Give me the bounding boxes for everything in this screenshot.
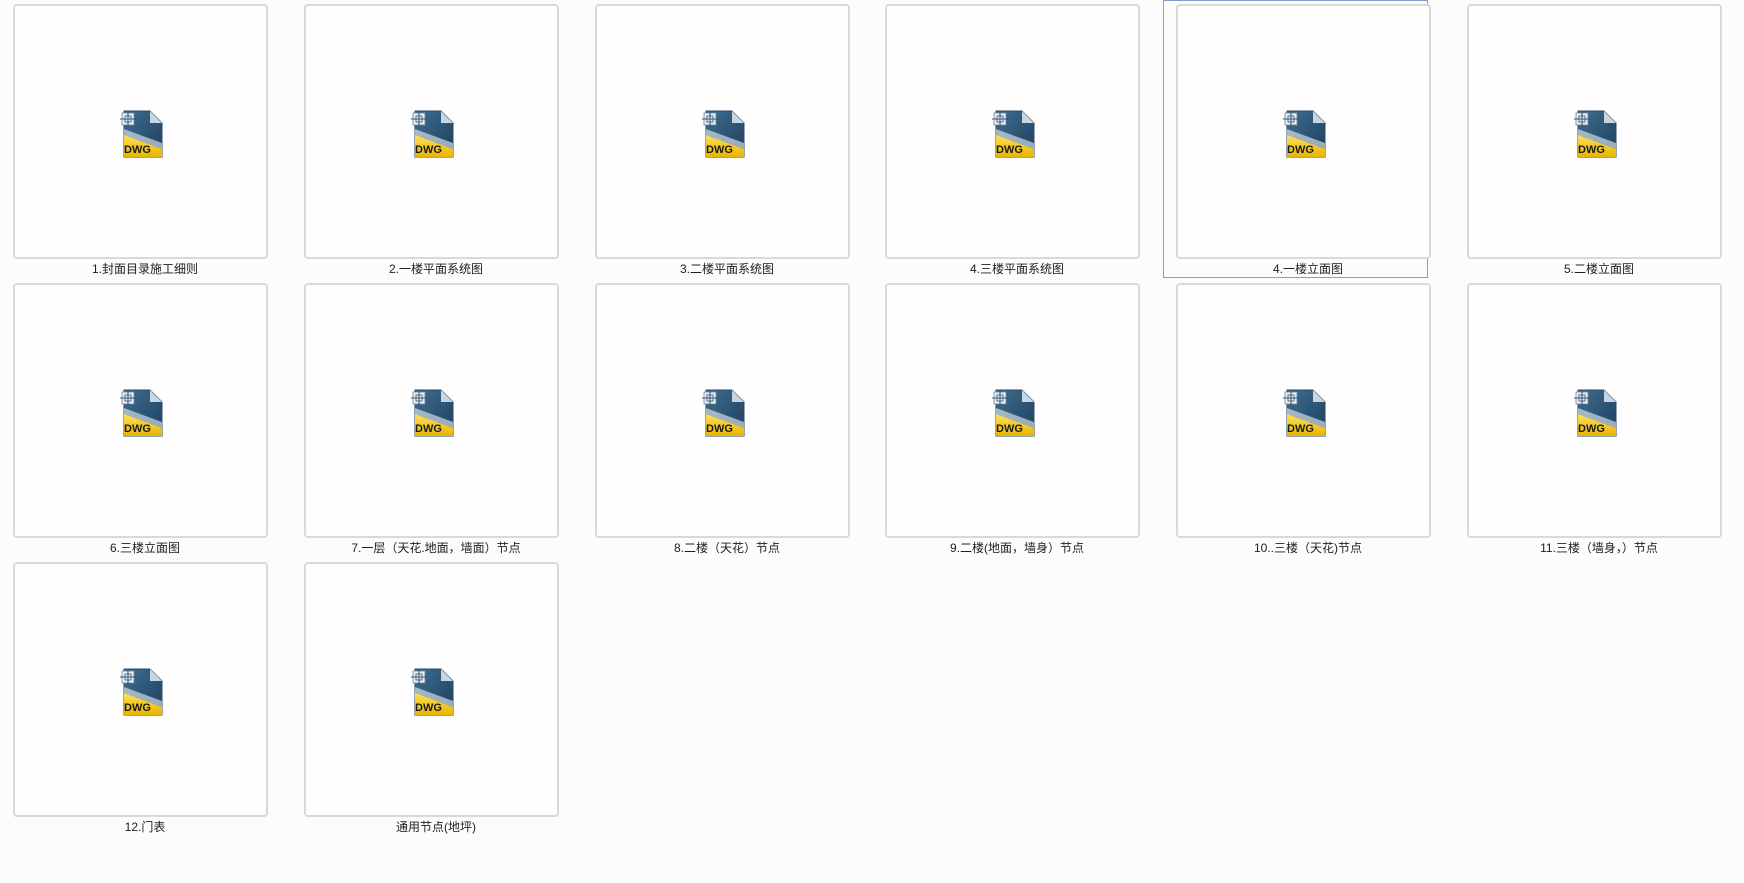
file-thumbnail[interactable]: DWG: [1467, 4, 1722, 259]
dwg-file-icon: DWG: [1283, 389, 1326, 437]
dwg-file-icon: DWG: [411, 668, 454, 716]
svg-text:DWG: DWG: [1578, 423, 1605, 435]
file-item-13[interactable]: DWG 12.门表: [0, 558, 268, 836]
dwg-file-icon: DWG: [411, 389, 454, 437]
file-item-14[interactable]: DWG 通用节点(地坪): [291, 558, 559, 836]
file-name-label[interactable]: 2.一楼平面系统图: [292, 262, 580, 276]
file-item-5[interactable]: DWG 4.一楼立面图: [1163, 0, 1431, 278]
svg-text:DWG: DWG: [415, 144, 442, 156]
dwg-file-icon: DWG: [411, 110, 454, 158]
file-thumbnail[interactable]: DWG: [1176, 4, 1431, 259]
svg-text:DWG: DWG: [1578, 144, 1605, 156]
file-thumbnail[interactable]: DWG: [304, 4, 559, 259]
file-item-10[interactable]: DWG 9.二楼(地面，墙身）节点: [872, 279, 1140, 557]
file-thumbnail[interactable]: DWG: [13, 562, 268, 817]
svg-text:DWG: DWG: [996, 144, 1023, 156]
dwg-file-icon: DWG: [1283, 110, 1326, 158]
file-grid: DWG 1.封面目录施工细则 DWG 2.一楼平面系统图 DWG 3.二楼平面系…: [0, 0, 1744, 883]
file-item-9[interactable]: DWG 8.二楼（天花）节点: [582, 279, 850, 557]
file-thumbnail[interactable]: DWG: [595, 4, 850, 259]
dwg-file-icon: DWG: [1574, 110, 1617, 158]
file-item-3[interactable]: DWG 3.二楼平面系统图: [582, 0, 850, 278]
file-item-6[interactable]: DWG 5.二楼立面图: [1454, 0, 1722, 278]
file-item-1[interactable]: DWG 1.封面目录施工细则: [0, 0, 268, 278]
svg-text:DWG: DWG: [415, 702, 442, 714]
file-name-label[interactable]: 9.二楼(地面，墙身）节点: [873, 541, 1161, 555]
svg-text:DWG: DWG: [996, 423, 1023, 435]
dwg-file-icon: DWG: [120, 668, 163, 716]
svg-text:DWG: DWG: [1287, 423, 1314, 435]
file-thumbnail[interactable]: DWG: [13, 4, 268, 259]
file-name-label[interactable]: 7.一层（天花.地面，墙面）节点: [292, 541, 580, 555]
file-name-label[interactable]: 6.三楼立面图: [1, 541, 289, 555]
file-name-label[interactable]: 通用节点(地坪): [292, 820, 580, 834]
dwg-file-icon: DWG: [120, 389, 163, 437]
file-thumbnail[interactable]: DWG: [885, 283, 1140, 538]
dwg-file-icon: DWG: [120, 110, 163, 158]
file-name-label[interactable]: 5.二楼立面图: [1455, 262, 1743, 276]
file-thumbnail[interactable]: DWG: [885, 4, 1140, 259]
file-thumbnail[interactable]: DWG: [1176, 283, 1431, 538]
file-item-7[interactable]: DWG 6.三楼立面图: [0, 279, 268, 557]
file-thumbnail[interactable]: DWG: [595, 283, 850, 538]
file-thumbnail[interactable]: DWG: [13, 283, 268, 538]
dwg-file-icon: DWG: [1574, 389, 1617, 437]
file-thumbnail[interactable]: DWG: [1467, 283, 1722, 538]
file-item-4[interactable]: DWG 4.三楼平面系统图: [872, 0, 1140, 278]
file-name-label[interactable]: 4.三楼平面系统图: [873, 262, 1161, 276]
svg-text:DWG: DWG: [415, 423, 442, 435]
file-thumbnail[interactable]: DWG: [304, 283, 559, 538]
svg-text:DWG: DWG: [1287, 144, 1314, 156]
svg-text:DWG: DWG: [706, 144, 733, 156]
file-name-label[interactable]: 1.封面目录施工细则: [1, 262, 289, 276]
file-name-label[interactable]: 3.二楼平面系统图: [583, 262, 871, 276]
file-item-12[interactable]: DWG 11.三楼（墙身，）节点: [1454, 279, 1722, 557]
svg-text:DWG: DWG: [124, 423, 151, 435]
file-name-label[interactable]: 4.一楼立面图: [1164, 262, 1452, 276]
file-thumbnail[interactable]: DWG: [304, 562, 559, 817]
file-item-11[interactable]: DWG 10..三楼（天花)节点: [1163, 279, 1431, 557]
file-name-label[interactable]: 8.二楼（天花）节点: [583, 541, 871, 555]
dwg-file-icon: DWG: [992, 110, 1035, 158]
file-name-label[interactable]: 12.门表: [1, 820, 289, 834]
file-item-2[interactable]: DWG 2.一楼平面系统图: [291, 0, 559, 278]
dwg-file-icon: DWG: [702, 389, 745, 437]
file-name-label[interactable]: 11.三楼（墙身，）节点: [1455, 541, 1743, 555]
svg-text:DWG: DWG: [706, 423, 733, 435]
dwg-file-icon: DWG: [702, 110, 745, 158]
svg-text:DWG: DWG: [124, 144, 151, 156]
file-item-8[interactable]: DWG 7.一层（天花.地面，墙面）节点: [291, 279, 559, 557]
file-name-label[interactable]: 10..三楼（天花)节点: [1164, 541, 1452, 555]
dwg-file-icon: DWG: [992, 389, 1035, 437]
svg-text:DWG: DWG: [124, 702, 151, 714]
